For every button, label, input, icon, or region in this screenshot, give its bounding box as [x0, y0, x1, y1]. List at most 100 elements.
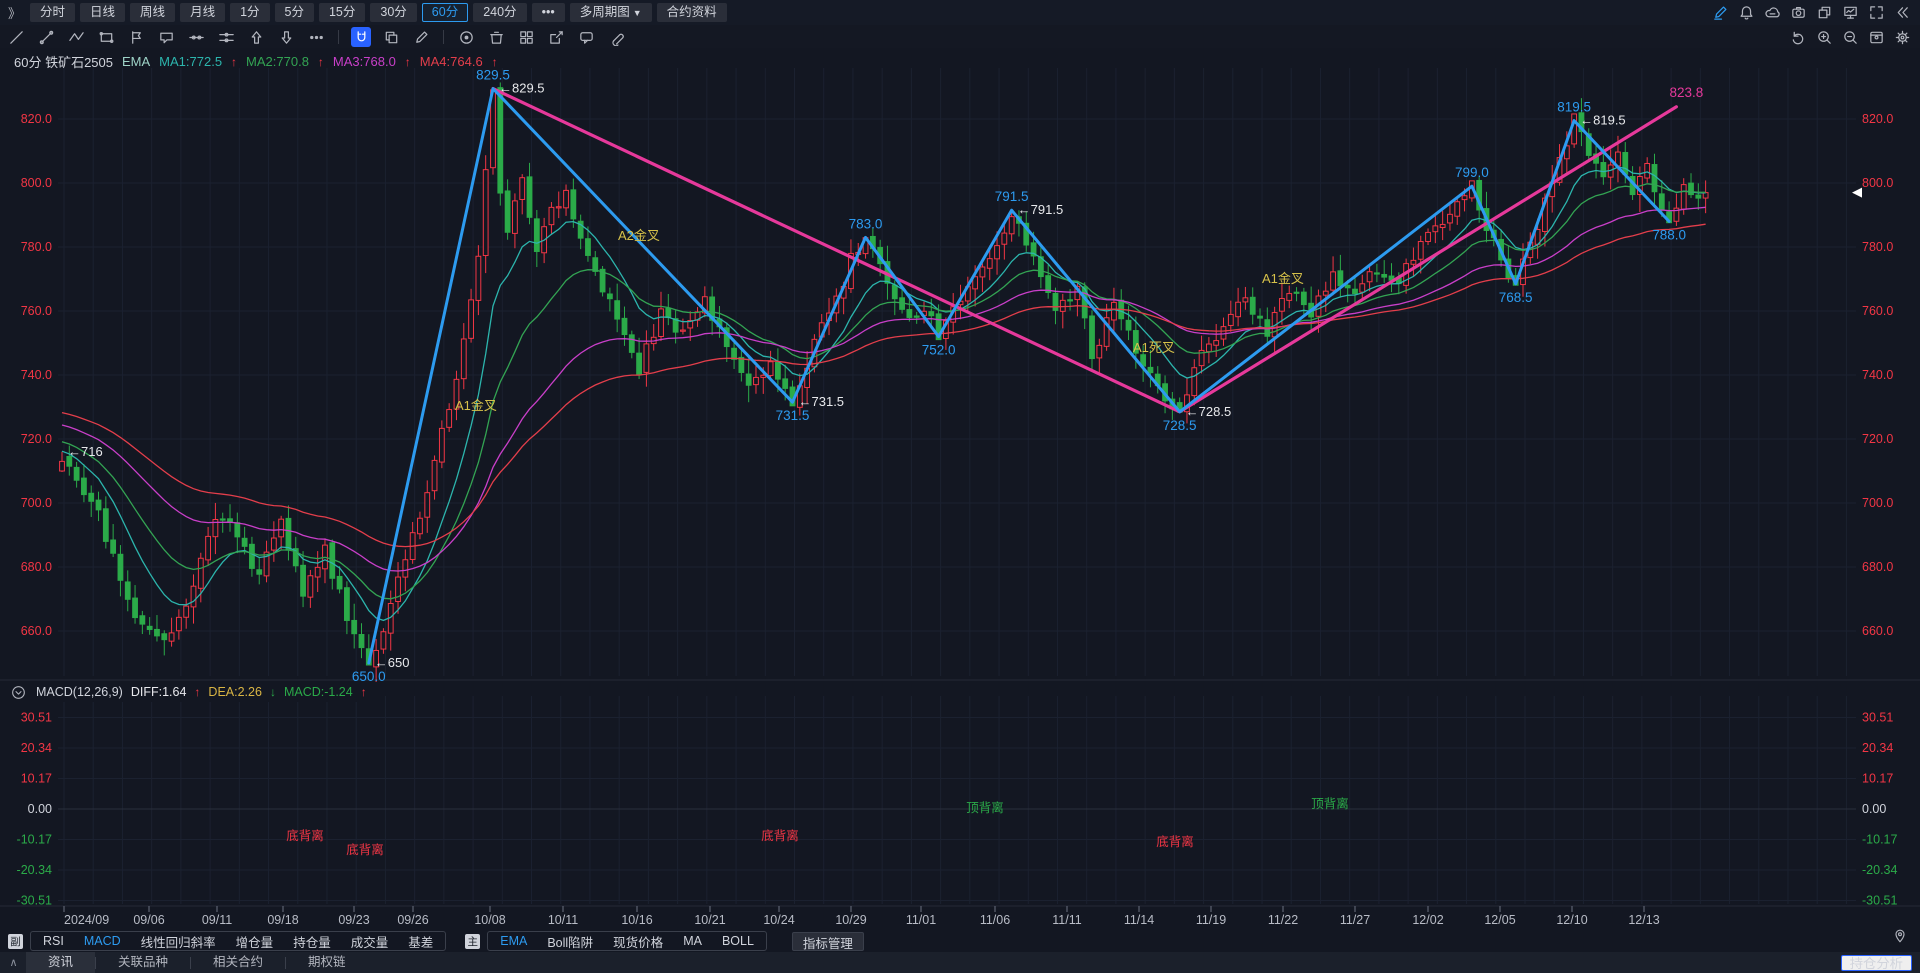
indicator-tab[interactable]: 成交量 — [341, 932, 399, 951]
measure-vertical-icon[interactable] — [216, 27, 236, 47]
period-button[interactable]: 周线 — [130, 3, 175, 22]
bottom-tab[interactable]: 资讯 — [26, 952, 95, 973]
svg-text:-20.34: -20.34 — [17, 863, 52, 877]
visibility-target-icon[interactable] — [456, 27, 476, 47]
indicator-tab[interactable]: 持仓量 — [283, 932, 341, 951]
ma-trend-arrow: ↑ — [318, 55, 324, 69]
svg-text:680.0: 680.0 — [1862, 560, 1893, 574]
period-button[interactable]: 30分 — [370, 3, 416, 22]
bottom-tab[interactable]: 关联品种 — [96, 952, 190, 973]
arrow-down-icon[interactable] — [276, 27, 296, 47]
svg-text:10/16: 10/16 — [621, 913, 652, 927]
ma-trend-arrow: ↑ — [231, 55, 237, 69]
measure-horizontal-icon[interactable] — [186, 27, 206, 47]
macd-collapse-icon[interactable] — [8, 682, 28, 702]
collapse-up-icon[interactable]: ∧ — [0, 956, 26, 969]
svg-text:←731.5: ←731.5 — [799, 394, 845, 409]
toolbar-divider — [338, 30, 339, 44]
contract-info-button[interactable]: 合约资料 — [657, 3, 727, 22]
ray-segment-icon[interactable] — [36, 27, 56, 47]
zoom-out-icon[interactable] — [1840, 27, 1860, 47]
rectangle-shape-icon[interactable] — [96, 27, 116, 47]
period-button[interactable]: 240分 — [473, 3, 526, 22]
indicator-name[interactable]: EMA — [122, 54, 150, 69]
more-periods-button[interactable]: ••• — [532, 3, 565, 22]
svg-text:12/13: 12/13 — [1628, 913, 1659, 927]
snapshot-camera-icon[interactable] — [1788, 3, 1808, 23]
flag-banner-icon[interactable] — [126, 27, 146, 47]
indicator-tab[interactable]: 现货价格 — [603, 932, 673, 951]
svg-text:10.17: 10.17 — [21, 771, 52, 785]
settings-gear-icon[interactable] — [1892, 27, 1912, 47]
multi-chart-monitor-icon[interactable] — [1840, 3, 1860, 23]
bottom-tab[interactable]: 期权链 — [286, 952, 368, 973]
period-button[interactable]: 60分 — [422, 3, 468, 22]
open-share-icon[interactable] — [546, 27, 566, 47]
svg-text:720.0: 720.0 — [1862, 432, 1893, 446]
indicator-tab[interactable]: RSI — [33, 934, 74, 948]
save-view-icon[interactable] — [1866, 27, 1886, 47]
collapse-right-icon[interactable] — [1892, 3, 1912, 23]
indicator-tab[interactable]: Boll陷阱 — [537, 932, 603, 951]
period-button[interactable]: 15分 — [319, 3, 365, 22]
svg-text:700.0: 700.0 — [21, 496, 52, 510]
indicator-tab[interactable]: 增仓量 — [226, 932, 284, 951]
svg-text:10.17: 10.17 — [1862, 771, 1893, 785]
trend-line-icon[interactable] — [6, 27, 26, 47]
svg-text:底背离: 底背离 — [761, 828, 799, 843]
cloud-sync-icon[interactable] — [1762, 3, 1782, 23]
zoom-in-icon[interactable] — [1814, 27, 1834, 47]
clone-copy-icon[interactable] — [381, 27, 401, 47]
undo-icon[interactable] — [1788, 27, 1808, 47]
callout-bubble-icon[interactable] — [156, 27, 176, 47]
bottom-tab[interactable]: 相关合约 — [191, 952, 285, 973]
svg-text:11/06: 11/06 — [980, 913, 1010, 927]
svg-text:820.0: 820.0 — [21, 112, 52, 126]
indicator-tab[interactable]: MACD — [74, 934, 131, 948]
indicator-tab[interactable]: MA — [673, 934, 712, 948]
more-dots-icon[interactable] — [306, 27, 326, 47]
period-button[interactable]: 1分 — [230, 3, 269, 22]
price-chart[interactable]: 650.0829.5731.5783.0752.0791.5728.5799.0… — [0, 48, 1920, 930]
indicator-tab[interactable]: 线性回归斜率 — [131, 932, 226, 951]
svg-text:←650: ←650 — [375, 655, 410, 670]
zigzag-wave-icon[interactable] — [66, 27, 86, 47]
ma-value: MA3:768.0 — [333, 54, 396, 69]
fullscreen-icon[interactable] — [1866, 3, 1886, 23]
svg-text:800.0: 800.0 — [21, 176, 52, 190]
svg-text:780.0: 780.0 — [21, 240, 52, 254]
indicator-tab[interactable]: 基差 — [398, 932, 443, 951]
draw-edit-icon[interactable] — [1710, 3, 1730, 23]
svg-text:788.0: 788.0 — [1652, 227, 1686, 242]
compare-layers-icon[interactable] — [1814, 3, 1834, 23]
layout-grid-icon[interactable] — [516, 27, 536, 47]
indicator-manage-button[interactable]: 指标管理 — [792, 932, 864, 951]
svg-text:731.5: 731.5 — [776, 408, 810, 423]
svg-text:783.0: 783.0 — [849, 216, 883, 231]
period-button[interactable]: 月线 — [180, 3, 225, 22]
position-analysis-button[interactable]: 持仓分析 — [1841, 955, 1912, 971]
macd-title[interactable]: MACD(12,26,9) — [36, 685, 123, 699]
svg-text:12/10: 12/10 — [1556, 913, 1587, 927]
magnet-icon[interactable] — [351, 27, 371, 47]
alert-bell-icon[interactable] — [1736, 3, 1756, 23]
svg-text:11/19: 11/19 — [1196, 913, 1226, 927]
period-button[interactable]: 5分 — [275, 3, 314, 22]
expand-toolbar-icon[interactable]: 》 — [8, 3, 21, 22]
comment-chat-icon[interactable] — [576, 27, 596, 47]
svg-text:10/21: 10/21 — [694, 913, 725, 927]
edit-pencil-icon[interactable] — [411, 27, 431, 47]
svg-text:底背离: 底背离 — [286, 828, 324, 843]
indicator-tab[interactable]: BOLL — [712, 934, 764, 948]
period-button[interactable]: 分时 — [30, 3, 75, 22]
arrow-up-icon[interactable] — [246, 27, 266, 47]
svg-text:728.5: 728.5 — [1163, 418, 1197, 433]
indicator-tab[interactable]: EMA — [490, 934, 537, 948]
location-pin-icon[interactable] — [1890, 926, 1910, 946]
attachment-clip-icon[interactable] — [606, 27, 626, 47]
chart-title: 60分 铁矿石2505 — [14, 52, 113, 71]
delete-trash-icon[interactable] — [486, 27, 506, 47]
period-button[interactable]: 日线 — [80, 3, 125, 22]
svg-text:700.0: 700.0 — [1862, 496, 1893, 510]
multi-period-button[interactable]: 多周期图▼ — [570, 3, 652, 22]
